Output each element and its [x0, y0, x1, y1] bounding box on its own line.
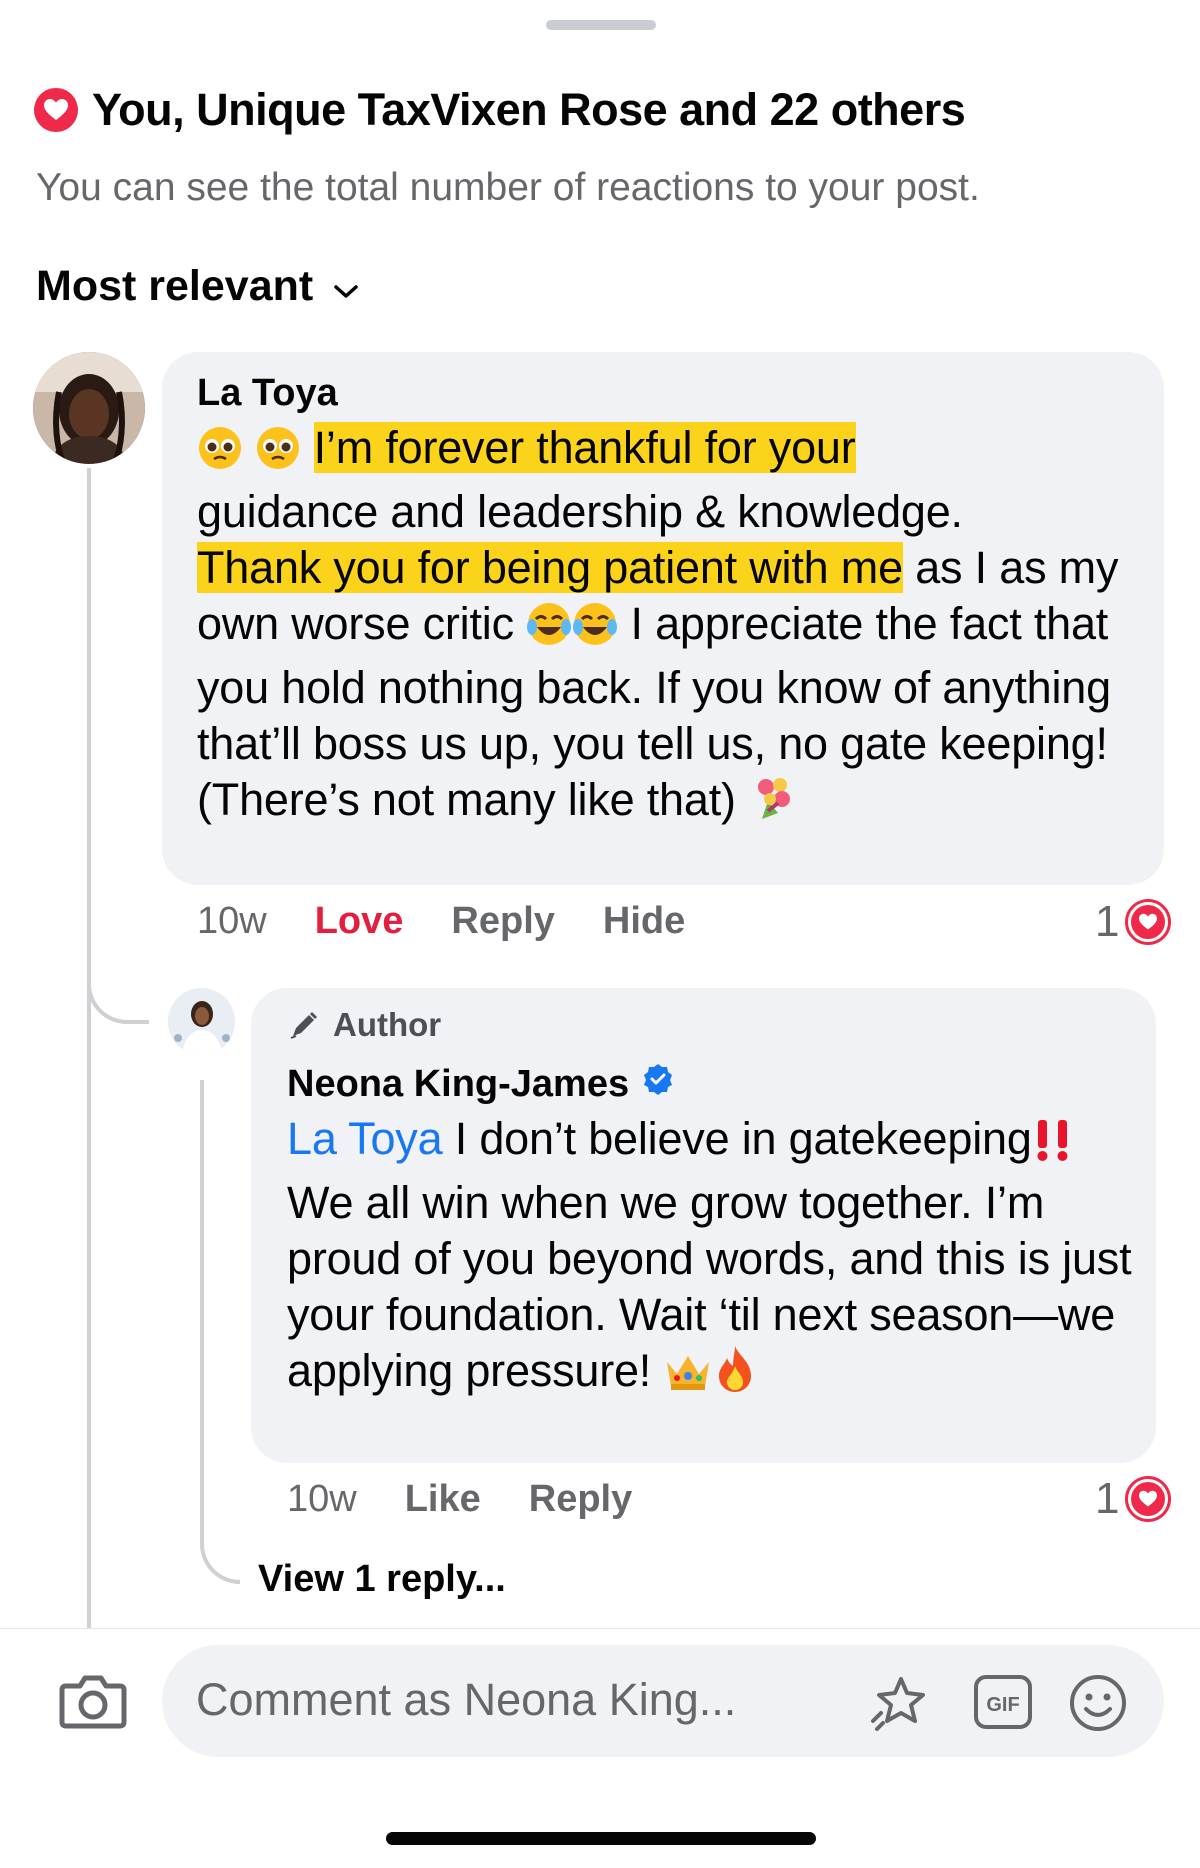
reaction-count-number: 1	[1095, 897, 1120, 946]
bouquet-icon	[748, 773, 798, 836]
home-indicator	[386, 1832, 816, 1845]
comment-author[interactable]: Neona King-James	[287, 1062, 675, 1106]
pleading-face-icon	[255, 425, 301, 484]
hide-button[interactable]: Hide	[603, 900, 685, 943]
reply-button[interactable]: Reply	[451, 900, 554, 943]
pleading-face-icon	[197, 425, 243, 484]
reaction-count[interactable]: 1	[1095, 1474, 1172, 1524]
heart-icon	[1125, 899, 1172, 945]
reaction-count-number: 1	[1095, 1474, 1120, 1523]
sparkle-icon[interactable]	[867, 1673, 931, 1736]
reactions-summary[interactable]: You, Unique TaxVixen Rose and 22 others	[34, 84, 966, 136]
pencil-icon	[290, 1012, 317, 1039]
comment-actions: 10w Love Reply Hide	[197, 900, 733, 943]
thread-line	[200, 1080, 204, 1520]
drag-handle[interactable]	[546, 20, 656, 30]
avatar[interactable]	[168, 988, 235, 1055]
svg-text:GIF: GIF	[986, 1694, 1019, 1716]
thread-line	[87, 468, 91, 1628]
comment-timestamp[interactable]: 10w	[197, 900, 267, 943]
reactions-subtitle: You can see the total number of reaction…	[36, 166, 980, 209]
author-badge-label: Author	[333, 1006, 442, 1043]
view-replies-link[interactable]: View 1 reply...	[258, 1558, 506, 1601]
reaction-count[interactable]: 1	[1095, 897, 1172, 947]
text-segment: I don’t believe in gatekeeping	[442, 1113, 1032, 1164]
reply-button[interactable]: Reply	[529, 1478, 632, 1521]
comment-input[interactable]: Comment as Neona King... GIF	[162, 1645, 1164, 1757]
text-segment: guidance and leadership & knowledge.	[197, 486, 963, 537]
camera-icon[interactable]	[58, 1670, 128, 1732]
comment-author-name: Neona King-James	[287, 1062, 630, 1105]
tears-of-joy-icon	[572, 601, 618, 660]
reactions-summary-text: You, Unique TaxVixen Rose and 22 others	[92, 84, 966, 135]
highlighted-text: Thank you for being patient with me	[197, 542, 903, 593]
thread-connector	[87, 960, 149, 1024]
fire-icon	[713, 1344, 757, 1407]
mention-link[interactable]: La Toya	[287, 1113, 443, 1164]
smile-icon[interactable]	[1068, 1673, 1128, 1738]
heart-icon	[34, 88, 78, 132]
crown-icon	[663, 1348, 713, 1407]
like-button[interactable]: Like	[405, 1478, 481, 1521]
reply-text: La Toya I don’t believe in gatekeeping W…	[287, 1111, 1147, 1407]
chevron-down-icon	[333, 262, 359, 311]
double-exclamation-icon	[1032, 1116, 1074, 1175]
gif-icon[interactable]: GIF	[972, 1673, 1034, 1736]
reply-actions: 10w Like Reply	[287, 1478, 680, 1521]
avatar[interactable]	[33, 352, 145, 464]
love-button[interactable]: Love	[315, 900, 404, 943]
reactions-sheet: You, Unique TaxVixen Rose and 22 others …	[0, 0, 1200, 1868]
heart-icon	[1125, 1476, 1172, 1522]
highlighted-text: I’m forever thankful for your	[313, 422, 856, 473]
verified-badge-icon	[629, 1062, 675, 1106]
tears-of-joy-icon	[526, 601, 572, 660]
comment-input-placeholder: Comment as Neona King...	[196, 1674, 737, 1725]
thread-connector	[200, 1520, 240, 1584]
reply-timestamp[interactable]: 10w	[287, 1478, 357, 1521]
comment-author[interactable]: La Toya	[197, 372, 338, 415]
sort-label: Most relevant	[36, 262, 314, 310]
comment-text: I’m forever thankful for your guidance a…	[197, 420, 1157, 836]
sort-dropdown[interactable]: Most relevant	[36, 262, 359, 311]
author-badge: Author	[287, 1006, 441, 1044]
